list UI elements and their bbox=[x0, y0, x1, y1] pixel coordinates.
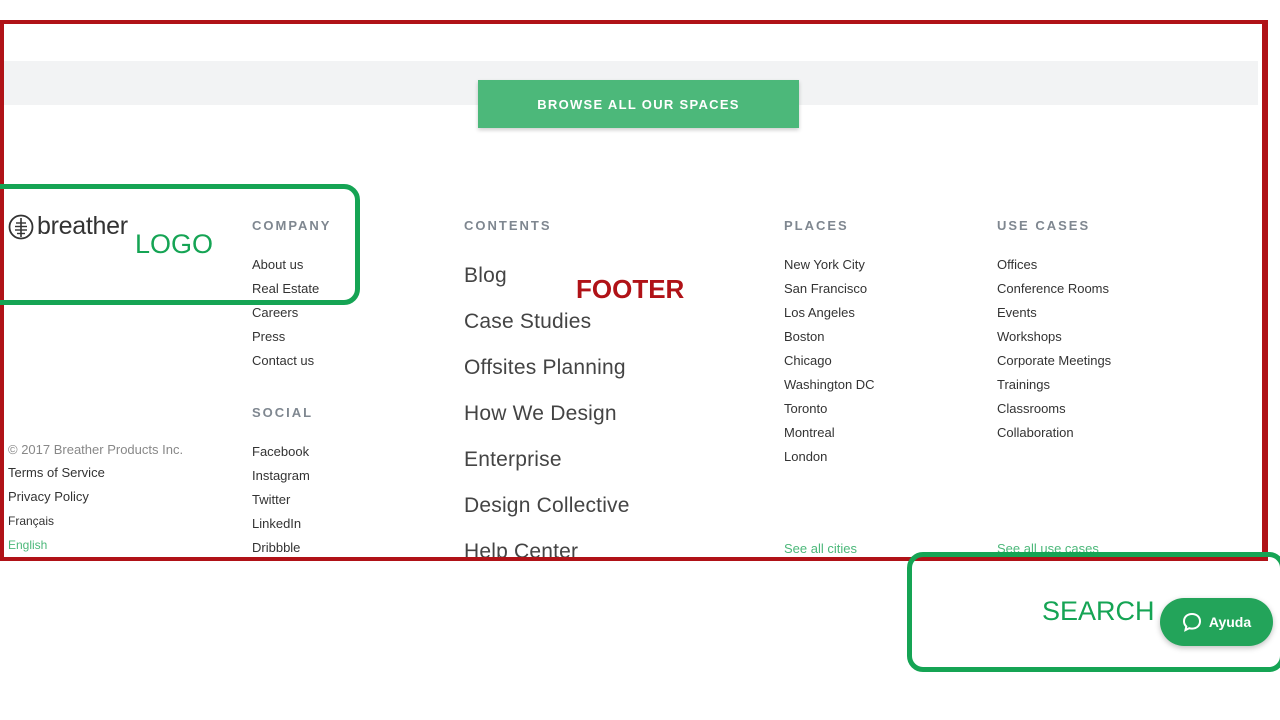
contents-link-case-studies[interactable]: Case Studies bbox=[464, 299, 630, 345]
place-link-sf[interactable]: San Francisco bbox=[784, 277, 875, 301]
use-cases-links: Offices Conference Rooms Events Workshop… bbox=[997, 253, 1111, 445]
use-case-link-events[interactable]: Events bbox=[997, 301, 1111, 325]
place-link-toronto[interactable]: Toronto bbox=[784, 397, 875, 421]
social-link-instagram[interactable]: Instagram bbox=[252, 464, 310, 488]
help-chat-button[interactable]: Ayuda bbox=[1160, 598, 1273, 646]
legal-links: Terms of Service Privacy Policy Français… bbox=[8, 461, 105, 557]
places-links: New York City San Francisco Los Angeles … bbox=[784, 253, 875, 469]
place-link-dc[interactable]: Washington DC bbox=[784, 373, 875, 397]
use-case-link-corporate[interactable]: Corporate Meetings bbox=[997, 349, 1111, 373]
place-link-nyc[interactable]: New York City bbox=[784, 253, 875, 277]
social-link-linkedin[interactable]: LinkedIn bbox=[252, 512, 310, 536]
chat-bubble-icon bbox=[1182, 612, 1201, 632]
help-button-label: Ayuda bbox=[1208, 614, 1252, 630]
use-cases-heading: USE CASES bbox=[997, 218, 1091, 233]
use-case-link-workshops[interactable]: Workshops bbox=[997, 325, 1111, 349]
terms-of-service-link[interactable]: Terms of Service bbox=[8, 461, 105, 485]
social-link-dribbble[interactable]: Dribbble bbox=[252, 536, 310, 557]
language-english-link[interactable]: English bbox=[8, 533, 105, 557]
social-link-twitter[interactable]: Twitter bbox=[252, 488, 310, 512]
logo-annotation-label: LOGO bbox=[135, 229, 214, 259]
use-case-link-conference[interactable]: Conference Rooms bbox=[997, 277, 1111, 301]
places-heading: PLACES bbox=[784, 218, 849, 233]
use-case-link-trainings[interactable]: Trainings bbox=[997, 373, 1111, 397]
browse-all-spaces-button[interactable]: BROWSE ALL OUR SPACES bbox=[478, 80, 799, 128]
social-heading: SOCIAL bbox=[252, 405, 314, 420]
use-case-link-offices[interactable]: Offices bbox=[997, 253, 1111, 277]
place-link-boston[interactable]: Boston bbox=[784, 325, 875, 349]
company-link-contact[interactable]: Contact us bbox=[252, 349, 319, 373]
language-francais-link[interactable]: Français bbox=[8, 509, 105, 533]
contents-link-offsites[interactable]: Offsites Planning bbox=[464, 345, 630, 391]
social-link-facebook[interactable]: Facebook bbox=[252, 440, 310, 464]
contents-link-help-center[interactable]: Help Center bbox=[464, 529, 630, 557]
privacy-policy-link[interactable]: Privacy Policy bbox=[8, 485, 105, 509]
contents-link-design-collective[interactable]: Design Collective bbox=[464, 483, 630, 529]
see-all-cities-link[interactable]: See all cities bbox=[784, 541, 857, 556]
contents-link-enterprise[interactable]: Enterprise bbox=[464, 437, 630, 483]
copyright-text: © 2017 Breather Products Inc. bbox=[8, 442, 184, 457]
search-annotation-label: SEARCH bbox=[1042, 596, 1155, 626]
place-link-london[interactable]: London bbox=[784, 445, 875, 469]
use-case-link-classrooms[interactable]: Classrooms bbox=[997, 397, 1111, 421]
company-link-press[interactable]: Press bbox=[252, 325, 319, 349]
use-case-link-collaboration[interactable]: Collaboration bbox=[997, 421, 1111, 445]
place-link-montreal[interactable]: Montreal bbox=[784, 421, 875, 445]
contents-heading: CONTENTS bbox=[464, 218, 552, 233]
place-link-chicago[interactable]: Chicago bbox=[784, 349, 875, 373]
place-link-la[interactable]: Los Angeles bbox=[784, 301, 875, 325]
contents-link-how-we-design[interactable]: How We Design bbox=[464, 391, 630, 437]
footer-annotation-label: FOOTER bbox=[576, 274, 685, 304]
social-links: Facebook Instagram Twitter LinkedIn Drib… bbox=[252, 440, 310, 557]
